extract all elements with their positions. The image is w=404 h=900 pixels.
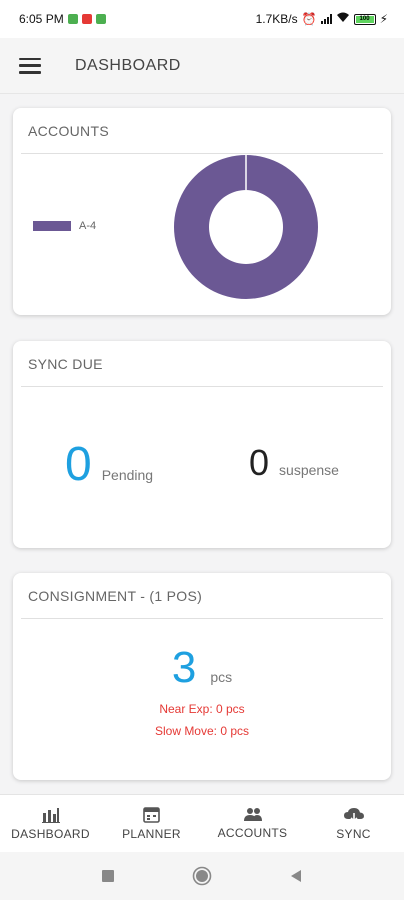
slow-move-alert: Slow Move: 0 pcs	[154, 724, 250, 738]
consignment-unit: pcs	[210, 669, 233, 685]
nav-planner[interactable]: PLANNER	[101, 795, 202, 852]
sync-due-card-title: SYNC DUE	[21, 341, 383, 387]
pending-count: 0	[65, 438, 92, 491]
suspense-stat[interactable]: 0 suspense	[249, 445, 339, 481]
suspense-count: 0	[249, 442, 270, 483]
wifi-icon	[336, 12, 350, 26]
accounts-card[interactable]: ACCOUNTS A-4	[13, 108, 391, 315]
alarm-icon: ⏰	[301, 12, 317, 26]
notification-icon	[95, 14, 106, 24]
home-circle-icon[interactable]	[190, 864, 214, 888]
network-speed: 1.7KB/s	[255, 12, 298, 26]
nav-accounts[interactable]: ACCOUNTS	[202, 795, 303, 852]
status-right: 1.7KB/s ⏰ 100 ⚡	[256, 12, 388, 26]
bar-chart-icon	[41, 807, 60, 823]
consignment-quantity: 3 pcs	[13, 643, 391, 693]
accounts-donut-chart[interactable]	[173, 154, 319, 300]
notification-icon	[81, 14, 92, 24]
pending-stat[interactable]: 0 Pending	[65, 441, 153, 489]
accounts-card-title: ACCOUNTS	[21, 108, 383, 154]
near-exp-alert: Near Exp: 0 pcs	[159, 702, 245, 716]
recents-square-icon[interactable]	[96, 864, 120, 888]
hamburger-menu-icon[interactable]	[19, 57, 41, 74]
nav-sync-label: SYNC	[336, 826, 371, 841]
battery-icon: 100	[353, 13, 376, 25]
chart-legend[interactable]: A-4	[33, 220, 96, 232]
nav-dashboard[interactable]: DASHBOARD	[0, 795, 101, 852]
bottom-navigation: DASHBOARD PLANNER ACCOUNTS SYNC	[0, 794, 404, 852]
legend-swatch	[33, 221, 71, 231]
nav-sync[interactable]: SYNC	[303, 795, 404, 852]
cloud-sync-icon	[343, 807, 364, 822]
pending-label: Pending	[101, 467, 154, 483]
status-left: 6:05 PM	[19, 12, 106, 26]
consignment-count: 3	[171, 643, 197, 692]
suspense-label: suspense	[279, 462, 339, 478]
status-bar: 6:05 PM 1.7KB/s ⏰ 100 ⚡	[0, 0, 404, 38]
nav-dashboard-label: DASHBOARD	[11, 826, 90, 841]
calendar-icon	[143, 807, 160, 823]
system-navigation-bar	[0, 852, 404, 900]
charging-icon: ⚡	[379, 12, 388, 26]
back-triangle-icon[interactable]	[284, 864, 308, 888]
nav-accounts-label: ACCOUNTS	[217, 826, 288, 840]
nav-planner-label: PLANNER	[122, 827, 181, 841]
people-icon	[243, 808, 262, 821]
page-title: DASHBOARD	[75, 56, 181, 74]
notification-icon	[67, 14, 78, 24]
status-time: 6:05 PM	[19, 12, 64, 26]
signal-icon	[320, 14, 332, 24]
legend-label: A-4	[79, 220, 97, 232]
sync-due-card[interactable]: SYNC DUE 0 Pending 0 suspense	[13, 341, 391, 548]
app-bar: DASHBOARD	[0, 38, 404, 94]
consignment-card[interactable]: CONSIGNMENT - (1 POS) 3 pcs Near Exp: 0 …	[13, 573, 391, 780]
consignment-card-title: CONSIGNMENT - (1 POS)	[21, 573, 383, 619]
